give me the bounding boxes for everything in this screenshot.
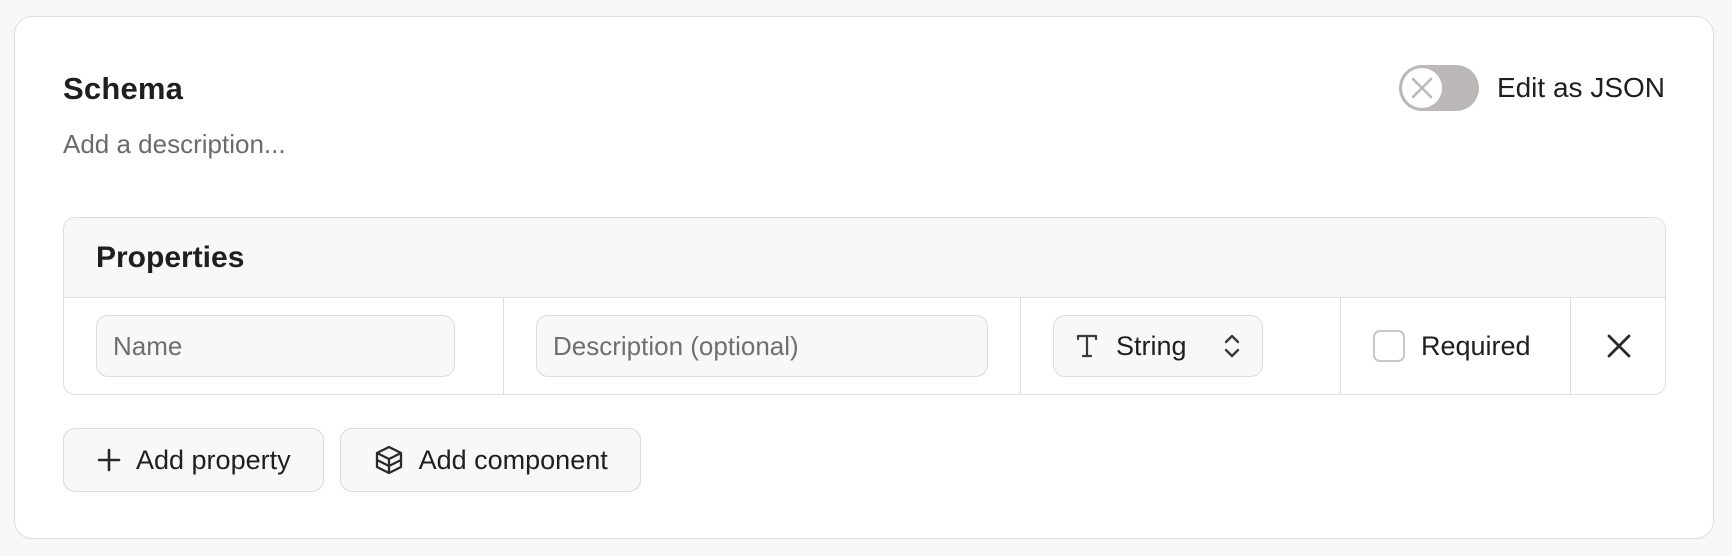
property-name-input[interactable] bbox=[96, 315, 455, 377]
toggle-switch[interactable] bbox=[1398, 65, 1479, 111]
property-type-select[interactable]: String bbox=[1053, 315, 1263, 377]
cube-icon bbox=[375, 445, 402, 475]
remove-cell bbox=[1571, 298, 1665, 394]
properties-heading: Properties bbox=[64, 218, 1665, 298]
schema-title: Schema bbox=[63, 71, 184, 106]
remove-property-button[interactable] bbox=[1597, 324, 1641, 368]
add-property-label: Add property bbox=[136, 444, 291, 475]
schema-card: Schema Add a description... Edit as JSON… bbox=[14, 16, 1714, 539]
plus-icon bbox=[97, 448, 121, 472]
add-property-button[interactable]: Add property bbox=[63, 428, 324, 492]
name-cell bbox=[64, 298, 504, 394]
property-description-input[interactable] bbox=[536, 315, 988, 377]
required-label: Required bbox=[1421, 330, 1531, 361]
text-type-icon bbox=[1076, 334, 1098, 358]
required-checkbox[interactable] bbox=[1373, 330, 1405, 362]
description-cell bbox=[504, 298, 1021, 394]
close-icon bbox=[1607, 334, 1631, 358]
type-cell: String bbox=[1021, 298, 1341, 394]
property-type-value: String bbox=[1116, 330, 1187, 361]
chevron-up-down-icon bbox=[1224, 334, 1240, 358]
add-component-button[interactable]: Add component bbox=[339, 428, 641, 492]
edit-as-json-label: Edit as JSON bbox=[1496, 72, 1665, 103]
edit-as-json-toggle[interactable]: Edit as JSON bbox=[1398, 65, 1665, 111]
toggle-knob bbox=[1401, 68, 1442, 108]
properties-table: Properties String bbox=[63, 217, 1666, 395]
schema-description[interactable]: Add a description... bbox=[63, 129, 286, 160]
add-component-label: Add component bbox=[418, 444, 608, 475]
property-row: String Required bbox=[64, 298, 1665, 394]
schema-actions: Add property Add component bbox=[63, 428, 641, 492]
x-icon bbox=[1411, 77, 1433, 99]
required-cell: Required bbox=[1341, 298, 1571, 394]
